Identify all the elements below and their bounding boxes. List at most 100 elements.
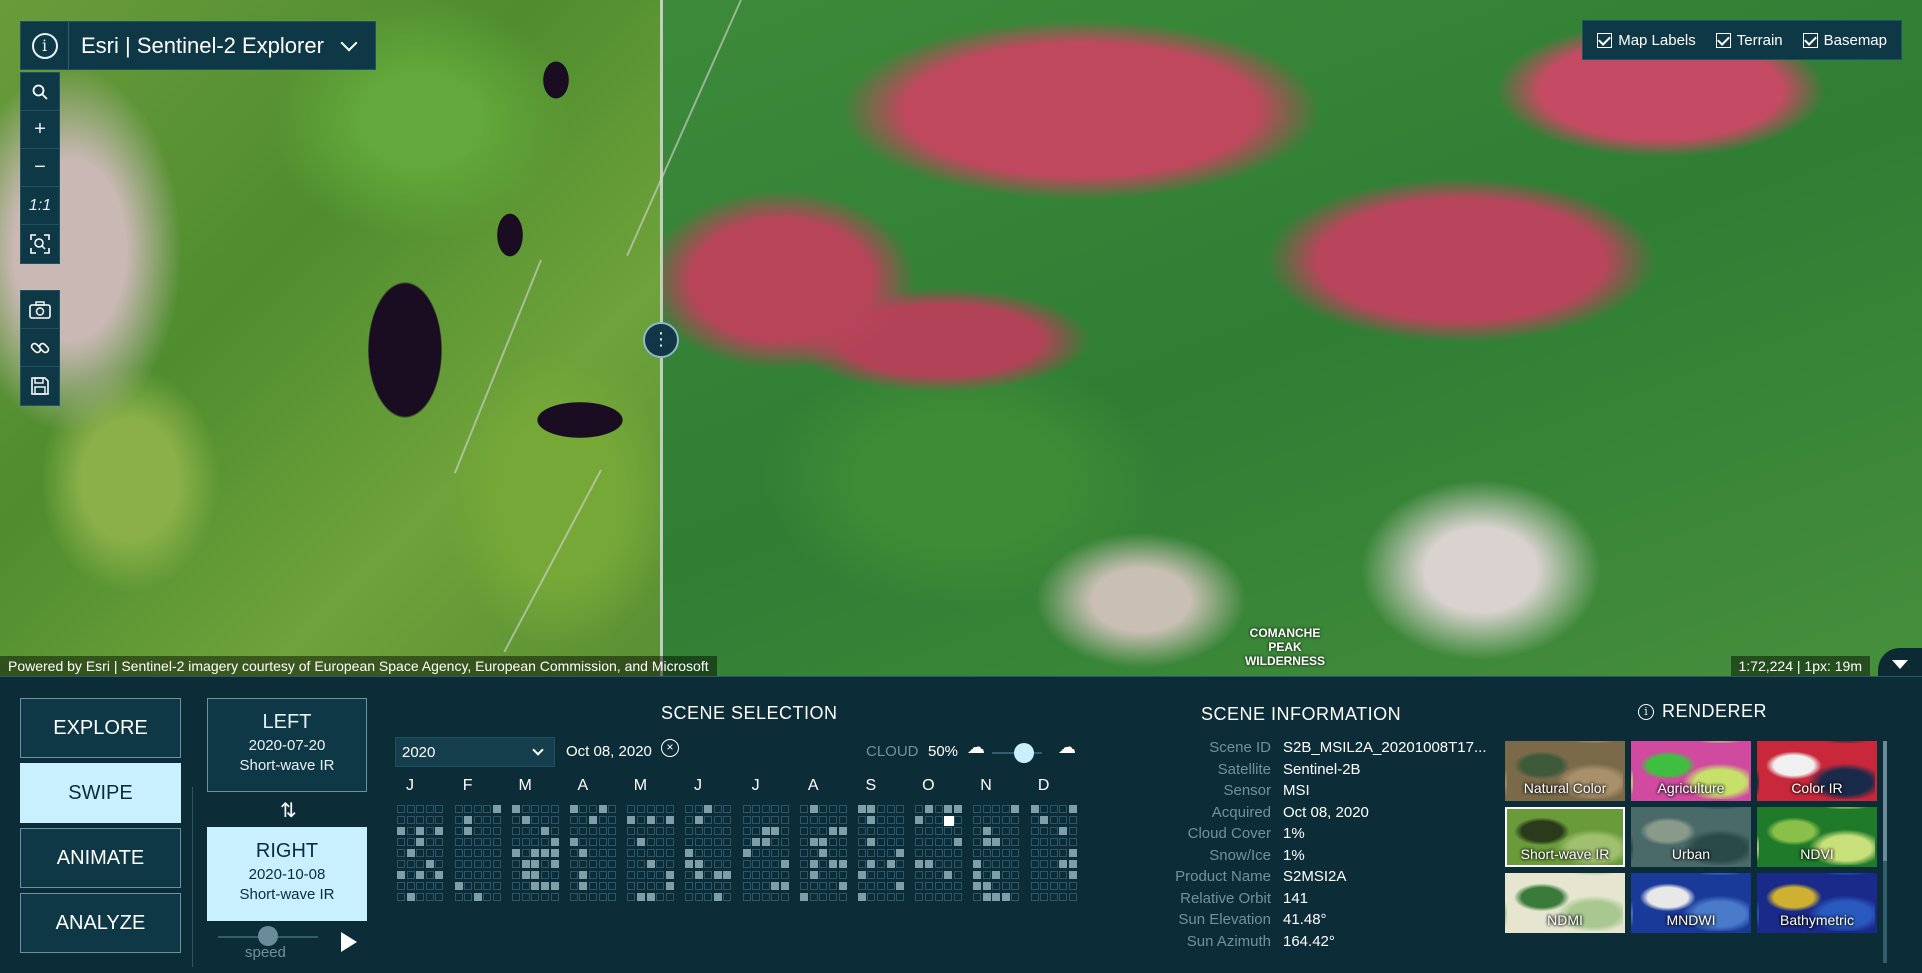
calendar-day-cell[interactable]	[829, 860, 837, 868]
calendar-grid[interactable]	[397, 805, 1087, 911]
swap-sides-button[interactable]: ⇅	[280, 798, 297, 823]
calendar-day-cell[interactable]	[598, 805, 607, 813]
calendar-day-cell[interactable]	[771, 882, 780, 890]
zoom-ratio-button[interactable]: 1:1	[21, 187, 59, 225]
calendar-day-cell[interactable]	[425, 860, 434, 868]
calendar-day-cell[interactable]	[531, 849, 540, 857]
save-button[interactable]	[21, 367, 59, 405]
calendar-day-cell[interactable]	[397, 827, 405, 835]
calendar-day-cell[interactable]	[982, 882, 991, 890]
calendar-day-cell[interactable]	[1069, 849, 1077, 857]
mode-animate-button[interactable]: ANIMATE	[20, 828, 181, 888]
calendar-day-cell[interactable]	[982, 838, 991, 846]
map-view[interactable]: ⋮ COMANCHE PEAK WILDERNESS i Esri | Sent…	[0, 0, 1922, 676]
calendar-day-cell[interactable]	[435, 827, 444, 835]
calendar-day-cell[interactable]	[915, 816, 924, 824]
calendar-day-cell[interactable]	[665, 816, 674, 824]
calendar-day-cell[interactable]	[829, 827, 837, 835]
calendar-day-cell[interactable]	[838, 882, 847, 890]
calendar-day-cell[interactable]	[685, 849, 693, 857]
calendar-day-cell[interactable]	[694, 871, 703, 879]
calendar-day-cell[interactable]	[550, 849, 559, 857]
renderer-tile[interactable]: Agriculture	[1631, 741, 1751, 801]
year-select[interactable]: 2020	[395, 737, 555, 767]
calendar-day-cell[interactable]	[406, 849, 415, 857]
chevron-down-icon[interactable]	[340, 34, 358, 51]
calendar-day-cell[interactable]	[867, 816, 876, 824]
calendar-day-cell[interactable]	[627, 816, 636, 824]
calendar-day-cell[interactable]	[416, 838, 425, 846]
calendar-day-cell[interactable]	[1069, 860, 1077, 868]
speed-slider-handle[interactable]	[258, 926, 278, 946]
calendar-day-cell[interactable]	[925, 805, 933, 813]
calendar-day-cell[interactable]	[867, 838, 876, 846]
calendar-day-cell[interactable]	[1001, 893, 1010, 901]
zoom-in-button[interactable]: +	[21, 111, 59, 149]
calendar-day-cell[interactable]	[646, 860, 655, 868]
calendar-day-cell[interactable]	[819, 838, 828, 846]
screenshot-button[interactable]	[21, 291, 59, 329]
calendar-day-cell[interactable]	[1040, 816, 1049, 824]
cloud-slider-handle[interactable]	[1014, 743, 1034, 763]
calendar-day-cell[interactable]	[973, 860, 981, 868]
calendar-day-cell[interactable]	[550, 838, 559, 846]
calendar-day-cell[interactable]	[809, 838, 818, 846]
calendar-day-cell[interactable]	[857, 871, 866, 879]
calendar-day-cell[interactable]	[1059, 827, 1068, 835]
renderer-tile[interactable]: NDVI	[1757, 807, 1877, 867]
calendar-day-cell[interactable]	[857, 805, 866, 813]
calendar-day-cell[interactable]	[761, 827, 770, 835]
calendar-day-cell[interactable]	[713, 871, 722, 879]
right-scene-card[interactable]: RIGHT 2020-10-08 Short-wave IR	[207, 827, 367, 921]
calendar-day-cell[interactable]	[464, 816, 473, 824]
calendar-day-cell[interactable]	[637, 893, 645, 901]
calendar-day-cell[interactable]	[531, 860, 540, 868]
calendar-day-cell[interactable]	[944, 871, 953, 879]
calendar-day-cell[interactable]	[637, 838, 645, 846]
calendar-day-cell[interactable]	[723, 871, 732, 879]
calendar-day-cell[interactable]	[665, 882, 674, 890]
calendar-day-cell[interactable]	[982, 827, 991, 835]
toggle-terrain[interactable]: Terrain	[1715, 32, 1783, 49]
renderer-scrollbar[interactable]	[1883, 741, 1887, 963]
calendar-day-cell[interactable]	[992, 838, 1001, 846]
calendar-day-cell[interactable]	[579, 871, 588, 879]
zoom-out-button[interactable]: −	[21, 149, 59, 187]
calendar-day-cell[interactable]	[819, 849, 828, 857]
calendar-day-cell[interactable]	[454, 882, 463, 890]
calendar-day-cell[interactable]	[838, 827, 847, 835]
calendar-day-cell[interactable]	[521, 816, 530, 824]
calendar-day-cell[interactable]	[915, 860, 924, 868]
calendar-day-cell[interactable]	[809, 871, 818, 879]
renderer-tile[interactable]: Bathymetric	[1757, 873, 1877, 933]
calendar-day-cell[interactable]	[800, 893, 809, 901]
calendar-day-cell[interactable]	[512, 805, 521, 813]
zoom-extent-button[interactable]	[21, 225, 59, 263]
renderer-tile[interactable]: Urban	[1631, 807, 1751, 867]
calendar-day-cell[interactable]	[781, 860, 789, 868]
mode-swipe-button[interactable]: SWIPE	[20, 763, 181, 823]
calendar-day-cell[interactable]	[512, 849, 521, 857]
renderer-tile[interactable]: Natural Color	[1505, 741, 1625, 801]
calendar-day-cell[interactable]	[569, 838, 578, 846]
calendar-day-cell[interactable]	[896, 882, 905, 890]
calendar-day-cell[interactable]	[589, 816, 597, 824]
calendar-day-cell[interactable]	[685, 860, 693, 868]
calendar-day-cell[interactable]	[1059, 860, 1068, 868]
calendar-day-cell[interactable]	[867, 860, 876, 868]
calendar-day-cell[interactable]	[435, 871, 444, 879]
calendar-day-cell[interactable]	[646, 816, 655, 824]
calendar-day-cell[interactable]	[953, 805, 962, 813]
calendar-day-cell[interactable]	[521, 871, 530, 879]
renderer-tile[interactable]: NDMI	[1505, 873, 1625, 933]
calendar-day-cell[interactable]	[665, 871, 674, 879]
calendar-day-cell[interactable]	[809, 860, 818, 868]
calendar-day-cell[interactable]	[416, 827, 425, 835]
calendar-day-cell[interactable]	[1030, 805, 1039, 813]
calendar-day-cell[interactable]	[973, 871, 981, 879]
renderer-tile[interactable]: MNDWI	[1631, 873, 1751, 933]
left-scene-card[interactable]: LEFT 2020-07-20 Short-wave IR	[207, 698, 367, 792]
calendar-day-cell[interactable]	[973, 882, 981, 890]
calendar-day-cell[interactable]	[541, 827, 549, 835]
calendar-day-cell[interactable]	[1069, 871, 1077, 879]
